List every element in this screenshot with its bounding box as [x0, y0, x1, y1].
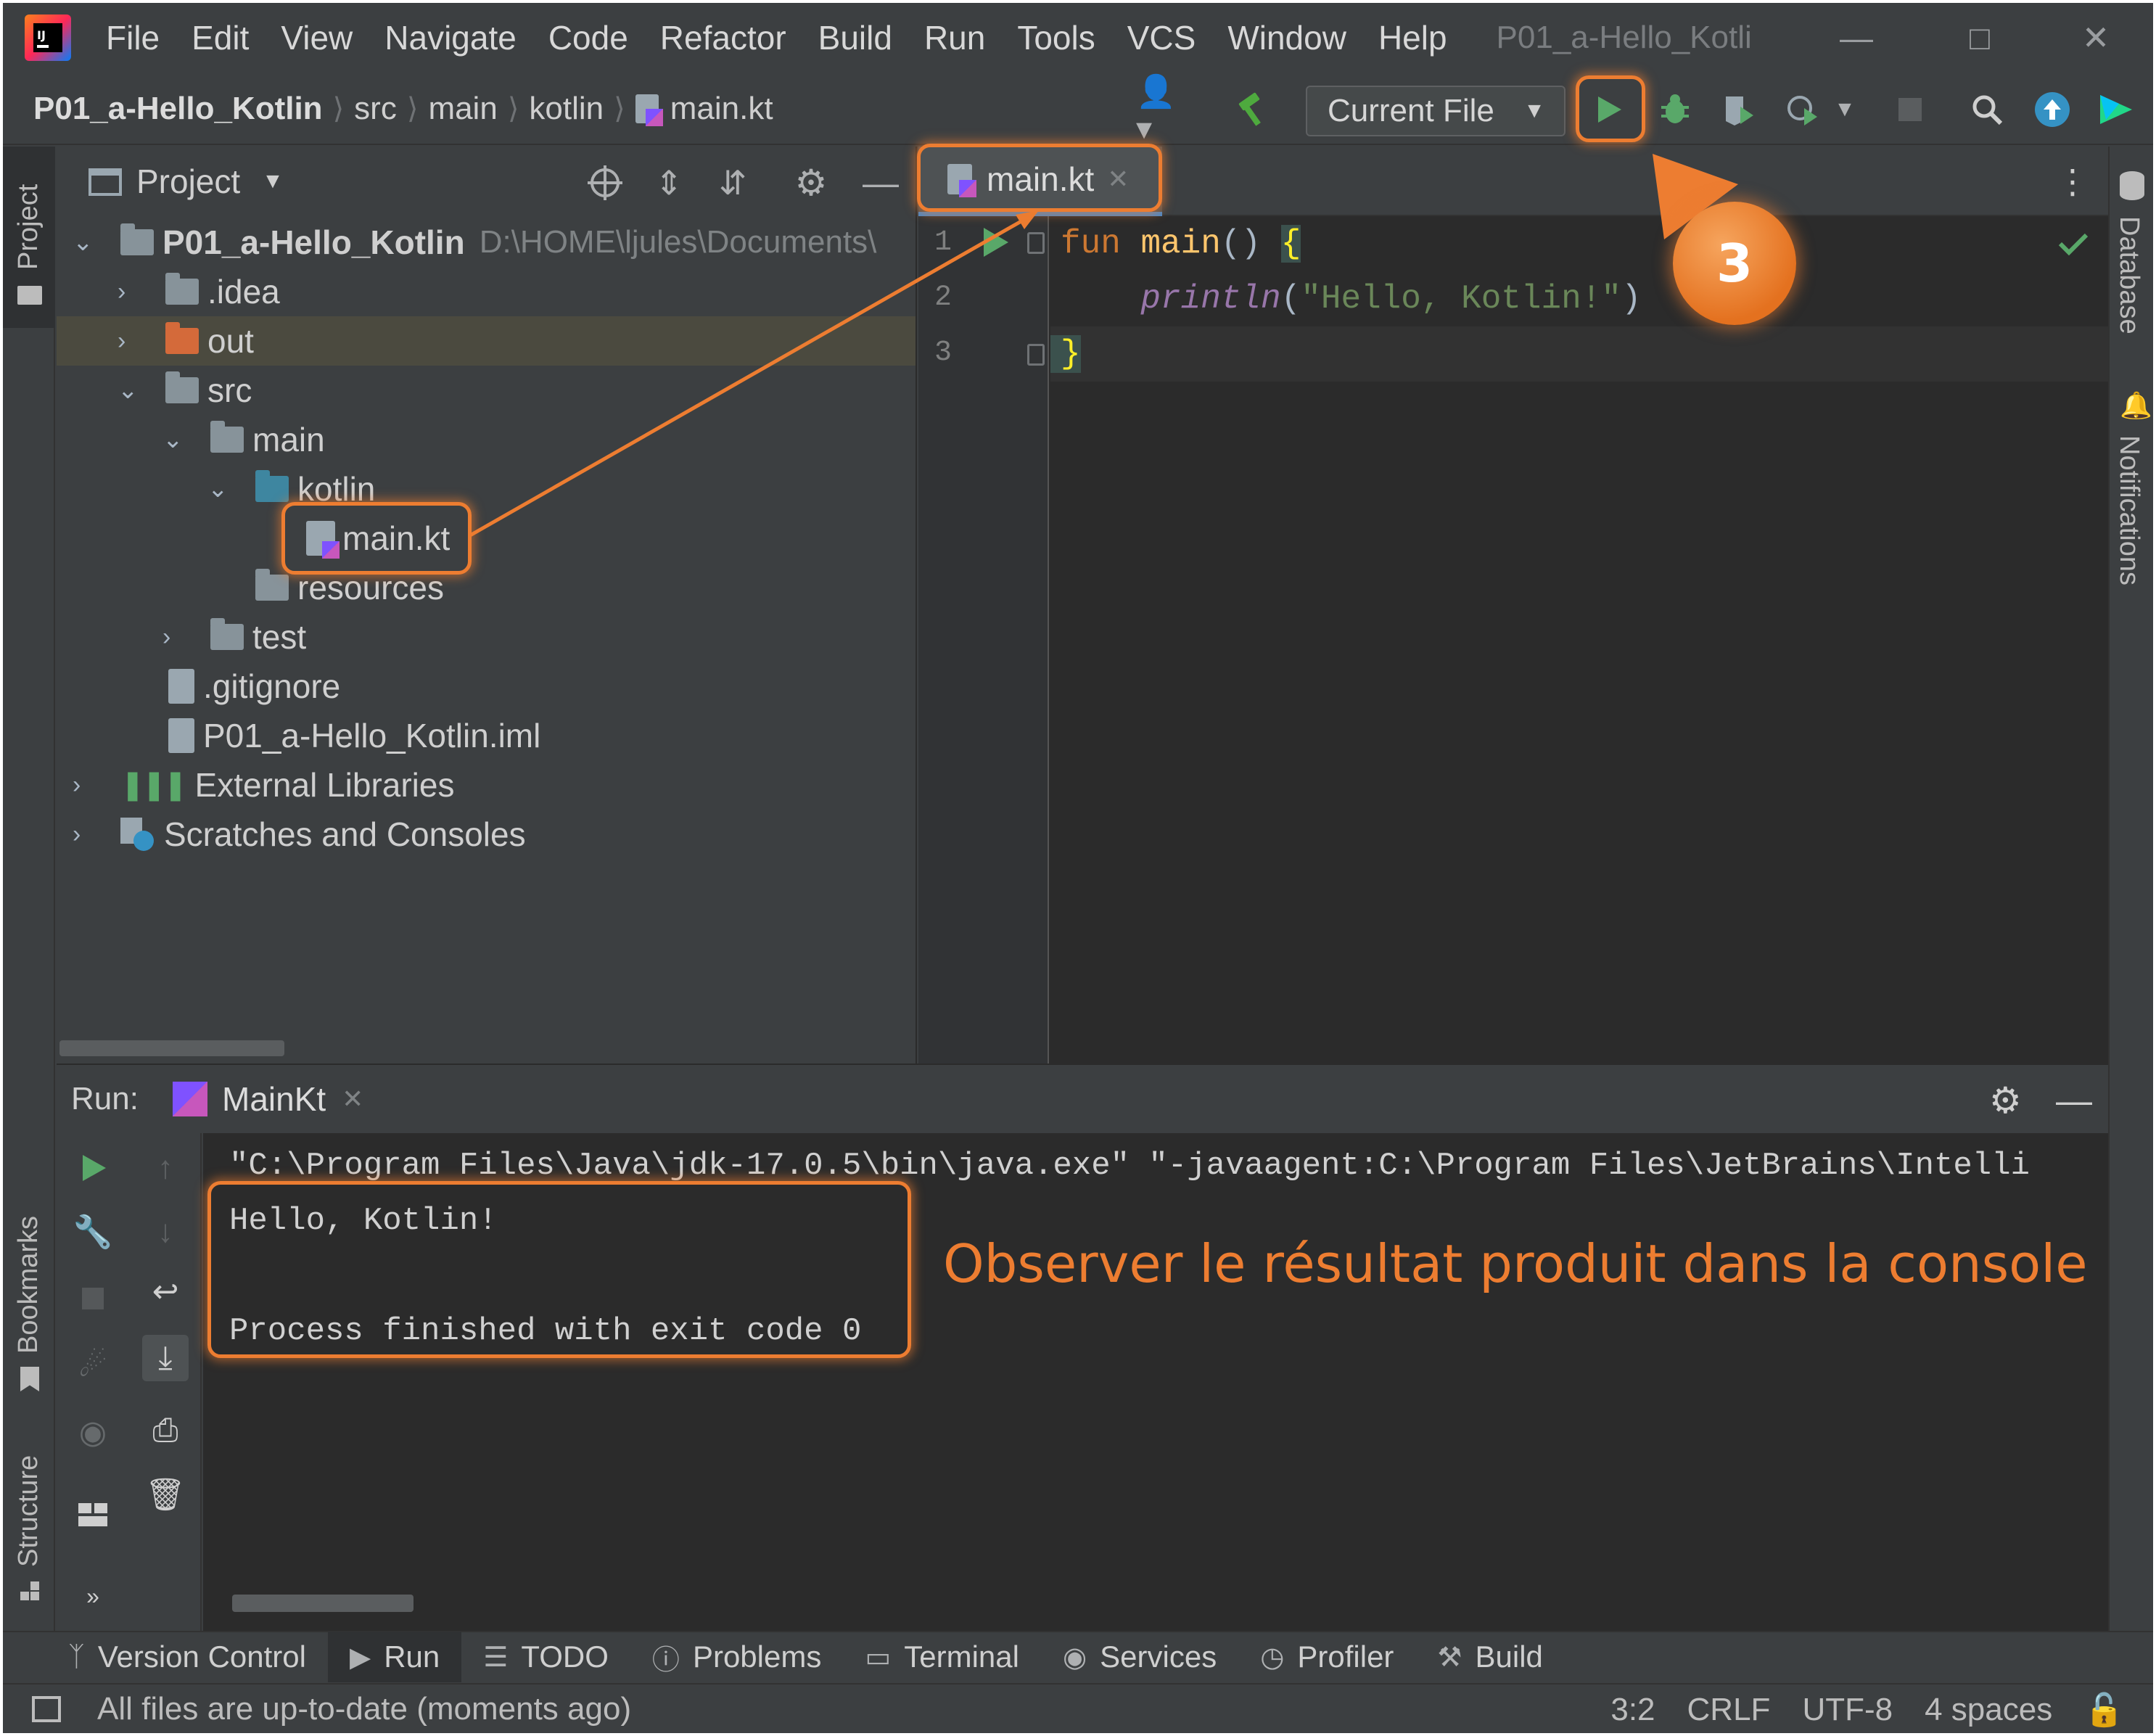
annotation-highlight-editor-tab	[917, 144, 1162, 212]
annotation-caption: Observer le résultat produit dans la con…	[943, 1233, 2088, 1294]
annotation-highlight-run-button	[1576, 75, 1645, 142]
annotation-highlight-console	[207, 1181, 911, 1358]
annotation-step-badge: 3	[1673, 202, 1796, 325]
annotation-overlay	[469, 154, 1738, 538]
annotation-arrow-line	[469, 214, 1032, 538]
annotation-highlight-tree-file	[281, 502, 472, 575]
annotation-arrow-head	[1016, 210, 1039, 229]
